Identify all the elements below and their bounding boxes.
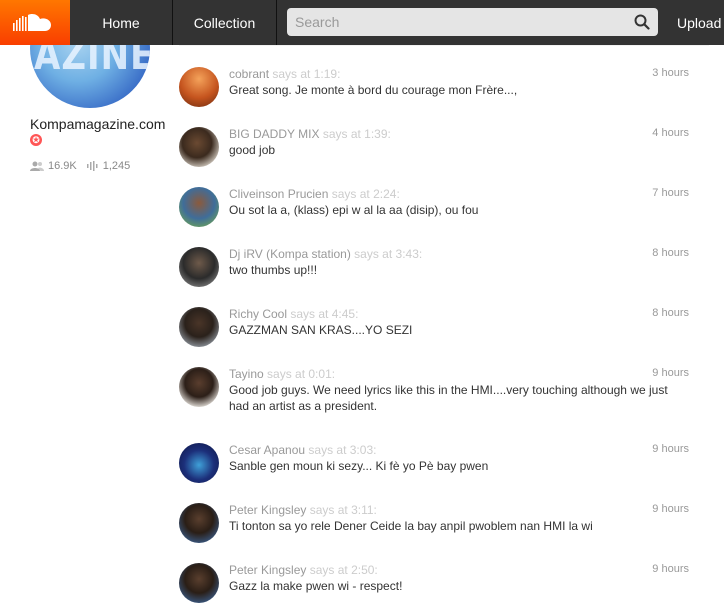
comment-age: 8 hours (652, 247, 689, 259)
comment-age: 8 hours (652, 307, 689, 319)
comment-age: 7 hours (652, 187, 689, 199)
comment-timestamp[interactable]: says at 1:39: (323, 127, 391, 141)
comment-age: 3 hours (652, 67, 689, 79)
nav-collection[interactable]: Collection (173, 0, 277, 45)
soundcloud-logo-icon[interactable] (0, 0, 70, 45)
commenter-name[interactable]: Cliveinson Prucien (229, 187, 328, 201)
comment-text: Ti tonton sa yo rele Dener Ceide la bay … (229, 519, 593, 533)
user-name[interactable]: Kompamagazine.com (30, 116, 165, 132)
comment-age: 4 hours (652, 127, 689, 139)
comment-header: cobrant says at 1:19: (229, 67, 340, 81)
comment-age: 9 hours (652, 503, 689, 515)
comment-header: BIG DADDY MIX says at 1:39: (229, 127, 391, 141)
comment-timestamp[interactable]: says at 1:19: (272, 67, 340, 81)
divider (179, 45, 709, 46)
commenter-name[interactable]: cobrant (229, 67, 269, 81)
comment-text: Ou sot la a, (klass) epi w al la aa (dis… (229, 203, 479, 217)
comment-timestamp[interactable]: says at 3:03: (308, 443, 376, 457)
comment-header: Tayino says at 0:01: (229, 367, 335, 381)
comment-text: Sanble gen moun ki sezy... Ki fè yo Pè b… (229, 459, 489, 473)
commenter-avatar[interactable] (179, 247, 219, 287)
comment-text: GAZZMAN SAN KRAS....YO SEZI (229, 323, 413, 337)
comment-text: Gazz la make pwen wi - respect! (229, 579, 403, 593)
followers-stat[interactable]: 16.9K (30, 160, 77, 172)
comment-text: good job (229, 143, 276, 157)
comment-text: two thumbs up!!! (229, 263, 318, 277)
comment-header: Cesar Apanou says at 3:03: (229, 443, 376, 457)
commenter-name[interactable]: Tayino (229, 367, 264, 381)
commenter-name[interactable]: Dj iRV (Kompa station) (229, 247, 351, 261)
comment-age: 9 hours (652, 443, 689, 455)
user-stats: 16.9K 1,245 (30, 160, 140, 172)
comment-header: Peter Kingsley says at 2:50: (229, 563, 378, 577)
commenter-avatar[interactable] (179, 367, 219, 407)
commenter-avatar[interactable] (179, 187, 219, 227)
comment-header: Richy Cool says at 4:45: (229, 307, 358, 321)
comment-timestamp[interactable]: says at 3:43: (354, 247, 422, 261)
commenter-name[interactable]: Richy Cool (229, 307, 287, 321)
comment-header: Peter Kingsley says at 3:11: (229, 503, 377, 517)
nav-home[interactable]: Home (70, 0, 173, 45)
comment-text: Good job guys. We need lyrics like this … (229, 383, 668, 413)
search-icon[interactable] (634, 14, 650, 30)
top-navigation-bar: Home Collection Upload (0, 0, 724, 45)
commenter-name[interactable]: Peter Kingsley (229, 503, 306, 517)
comment-header: Dj iRV (Kompa station) says at 3:43: (229, 247, 422, 261)
upload-link[interactable]: Upload (658, 0, 721, 45)
search-input[interactable] (287, 8, 617, 36)
commenter-avatar[interactable] (179, 67, 219, 107)
commenter-avatar[interactable] (179, 443, 219, 483)
search-container (277, 0, 658, 45)
commenter-avatar[interactable] (179, 503, 219, 543)
comment-timestamp[interactable]: says at 4:45: (290, 307, 358, 321)
commenter-name[interactable]: BIG DADDY MIX (229, 127, 319, 141)
comment-timestamp[interactable]: says at 2:24: (332, 187, 400, 201)
tracks-stat[interactable]: 1,245 (86, 160, 131, 172)
comment-timestamp[interactable]: says at 2:50: (310, 563, 378, 577)
commenter-avatar[interactable] (179, 563, 219, 603)
comment-age: 9 hours (652, 563, 689, 575)
commenter-name[interactable]: Peter Kingsley (229, 563, 306, 577)
commenter-avatar[interactable] (179, 127, 219, 167)
followers-icon (30, 161, 44, 171)
waveform-icon (86, 161, 98, 171)
comment-timestamp[interactable]: says at 3:11: (310, 503, 377, 517)
search-box (287, 8, 658, 36)
tracks-count: 1,245 (102, 160, 131, 172)
pro-badge-icon: ✪ (30, 134, 42, 146)
comment-timestamp[interactable]: says at 0:01: (267, 367, 335, 381)
comment-age: 9 hours (652, 367, 689, 379)
commenter-name[interactable]: Cesar Apanou (229, 443, 305, 457)
followers-count: 16.9K (48, 160, 77, 172)
comment-header: Cliveinson Prucien says at 2:24: (229, 187, 400, 201)
commenter-avatar[interactable] (179, 307, 219, 347)
comment-text: Great song. Je monte à bord du courage m… (229, 83, 518, 97)
